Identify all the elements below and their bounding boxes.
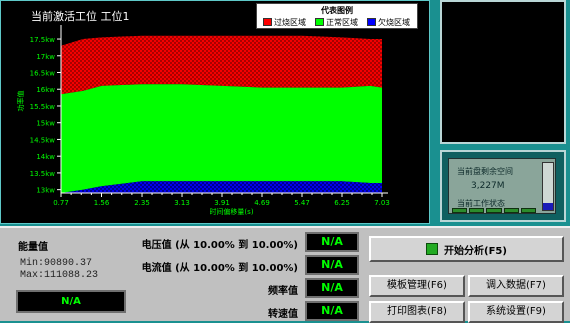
y-tick-label: 13kw (36, 187, 55, 195)
legend-title: 代表图例 (321, 6, 353, 15)
frequency-label: 频率值 (268, 286, 298, 297)
legend-label-under: 欠烧区域 (378, 17, 410, 27)
energy-max: Max:111088.23 (20, 270, 99, 281)
template-manage-button[interactable]: 模板管理(F6) (369, 275, 465, 297)
status-segment (520, 208, 537, 213)
x-tick-label: 5.47 (294, 199, 310, 207)
y-tick-label: 17.5kw (30, 36, 56, 44)
y-tick-label: 14kw (36, 153, 55, 161)
x-tick-label: 7.03 (374, 199, 390, 207)
energy-value: N/A (61, 296, 81, 307)
y-tick-label: 17kw (36, 53, 55, 61)
legend-swatch-normal (315, 18, 324, 26)
current-label: 电流值 (从 10.00% 到 10.00%) (141, 263, 298, 274)
legend-label-normal: 正常区域 (326, 17, 358, 27)
x-tick-label: 6.25 (334, 199, 350, 207)
y-tick-label: 15.5kw (30, 103, 56, 111)
start-analysis-button[interactable]: 开始分析(F5) (369, 236, 564, 262)
x-tick-label: 4.69 (254, 199, 270, 207)
speed-value: N/A (305, 301, 359, 321)
energy-display: N/A (16, 290, 126, 313)
y-tick-label: 15kw (36, 120, 55, 128)
status-screen: 当前盘剩余空间 3,227M 当前工作状态 (448, 158, 556, 214)
y-tick-label: 16.5kw (30, 70, 56, 78)
x-axis-title: 时间偏移量(s) (209, 207, 253, 216)
y-tick-label: 14.5kw (30, 136, 56, 144)
chart-legend: 代表图例 过烧区域 正常区域 欠烧区域 (256, 3, 418, 29)
x-tick-label: 3.13 (174, 199, 190, 207)
y-tick-label: 13.5kw (30, 170, 56, 178)
disk-space-value: 3,227M (471, 181, 505, 191)
legend-item-under: 欠烧区域 (367, 17, 410, 27)
import-data-button[interactable]: 调入数据(F7) (468, 275, 564, 297)
disk-space-label: 当前盘剩余空间 (457, 167, 513, 176)
x-tick-label: 1.56 (94, 199, 110, 207)
status-segment (452, 208, 468, 213)
voltage-value: N/A (305, 232, 359, 252)
voltage-label: 电压值 (从 10.00% 到 10.00%) (141, 240, 298, 251)
energy-min: Min:90890.37 (20, 258, 93, 269)
status-panel: 当前盘剩余空间 3,227M 当前工作状态 (440, 150, 566, 222)
status-segment (503, 208, 519, 213)
print-chart-button[interactable]: 打印图表(F8) (369, 301, 465, 323)
x-tick-label: 3.91 (214, 199, 230, 207)
start-analysis-label: 开始分析(F5) (444, 245, 507, 257)
work-status-indicator (452, 208, 537, 213)
status-segment (486, 208, 502, 213)
over-band-area (61, 35, 382, 95)
energy-label: 能量值 (18, 242, 48, 253)
legend-swatch-over (263, 18, 272, 26)
legend-swatch-under (367, 18, 376, 26)
legend-label-over: 过烧区域 (274, 17, 306, 27)
speed-label: 转速值 (268, 309, 298, 320)
y-axis-title: 功率值 (16, 91, 25, 112)
system-settings-button[interactable]: 系统设置(F9) (468, 301, 564, 323)
disk-space-gauge-fill (543, 202, 553, 210)
current-value: N/A (305, 255, 359, 275)
x-tick-label: 2.35 (134, 199, 150, 207)
x-tick-label: 0.77 (53, 199, 69, 207)
legend-item-normal: 正常区域 (315, 17, 358, 27)
chart-panel: 13kw 13.5kw 14kw 14.5kw 15kw 15.5kw 16kw 16.5kw… (0, 0, 430, 224)
side-display-panel (440, 0, 566, 144)
power-chart: 13kw 13.5kw 14kw 14.5kw 15kw 15.5kw 16kw 16.5kw… (16, 25, 390, 216)
start-indicator-icon (426, 243, 439, 255)
legend-item-over: 过烧区域 (263, 17, 306, 27)
normal-band-area (61, 84, 382, 193)
y-tick-label: 16kw (36, 86, 55, 94)
status-segment (469, 208, 485, 213)
chart-title: 当前激活工位 工位1 (31, 10, 130, 23)
disk-space-gauge (542, 162, 554, 211)
frequency-value: N/A (305, 278, 359, 298)
